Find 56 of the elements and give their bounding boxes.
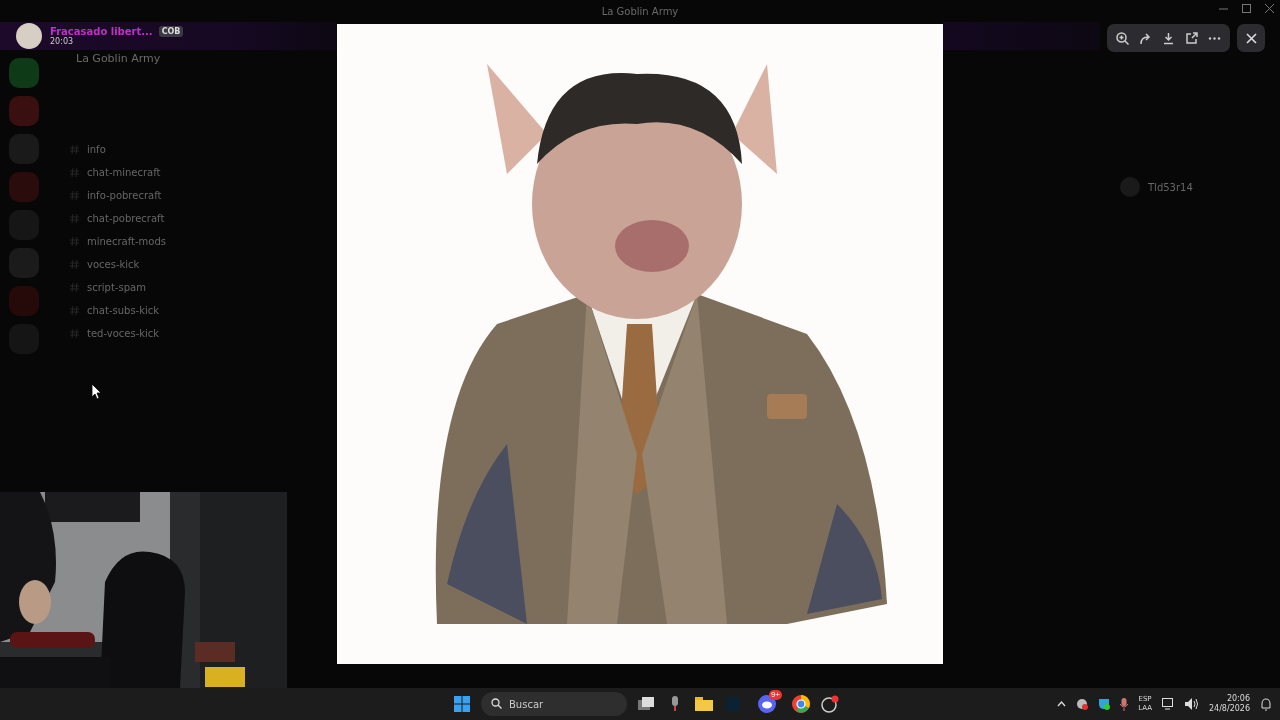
maximize-icon[interactable] xyxy=(1242,4,1251,13)
channel-name[interactable]: chat-subs-kick xyxy=(87,305,160,316)
channel-name[interactable]: chat-minecraft xyxy=(87,167,161,178)
external-link-icon xyxy=(1185,31,1198,45)
hash-icon xyxy=(70,237,79,246)
browser-button[interactable] xyxy=(791,692,811,716)
zoom-in-icon xyxy=(1116,31,1129,45)
clock[interactable]: 20:06 24/8/2026 xyxy=(1208,694,1250,714)
close-button[interactable] xyxy=(1237,24,1265,52)
hash-icon xyxy=(70,306,79,315)
close-icon[interactable] xyxy=(1265,4,1274,13)
open-external-button[interactable] xyxy=(1183,30,1200,46)
channel-name[interactable]: voces-kick xyxy=(87,259,140,270)
speaker-icon[interactable] xyxy=(1184,698,1199,710)
bell-icon[interactable] xyxy=(1260,697,1272,711)
hash-icon xyxy=(70,191,79,200)
role-tag: COB xyxy=(158,26,184,37)
hash-icon xyxy=(70,168,79,177)
hash-icon xyxy=(70,260,79,269)
channel-name[interactable]: minecraft-mods xyxy=(87,236,167,247)
browser-icon xyxy=(792,695,810,713)
search-field[interactable]: Buscar xyxy=(481,692,627,716)
cursor-icon xyxy=(92,384,102,400)
hash-icon xyxy=(70,145,79,154)
close-icon xyxy=(1245,32,1257,44)
channel-name[interactable]: info xyxy=(87,144,106,155)
zoom-in-button[interactable] xyxy=(1114,30,1131,46)
window-title: La Goblin Army xyxy=(601,5,679,17)
folder-icon xyxy=(695,697,713,711)
chevron-up-icon[interactable] xyxy=(1057,701,1067,707)
hash-icon xyxy=(70,329,79,338)
channel-name[interactable]: chat-pobrecraft xyxy=(87,213,165,224)
avatar xyxy=(16,23,42,49)
server-name[interactable]: La Goblin Army xyxy=(56,52,240,65)
tray-app-icon[interactable] xyxy=(1076,698,1089,710)
channel-name[interactable]: script-spam xyxy=(87,282,146,293)
network-icon[interactable] xyxy=(1161,698,1175,710)
author-name: Fracasado libert... xyxy=(50,26,153,37)
chat-app-icon xyxy=(758,695,776,713)
download-icon xyxy=(1162,31,1175,45)
hash-icon xyxy=(70,214,79,223)
member-name[interactable]: Tld53r14 xyxy=(1148,181,1193,193)
ring-icon xyxy=(821,695,839,713)
notification-toast[interactable]: Fracasado libert... COB 20:03 xyxy=(0,22,337,50)
channel-name[interactable]: ted-voces-kick xyxy=(87,328,160,339)
forward-arrow-icon xyxy=(1139,31,1152,45)
windows-stack-icon xyxy=(638,697,654,711)
message-time: 20:03 xyxy=(50,37,75,46)
chat-app-button[interactable]: 9+ xyxy=(752,690,782,718)
search-icon xyxy=(491,698,502,709)
notification-badge: 9+ xyxy=(768,690,782,700)
microphone-icon xyxy=(670,696,680,712)
microphone-icon[interactable] xyxy=(1120,697,1129,711)
hash-icon xyxy=(70,283,79,292)
channel-name[interactable]: info-pobrecraft xyxy=(87,190,162,201)
shield-icon[interactable] xyxy=(1098,698,1111,710)
